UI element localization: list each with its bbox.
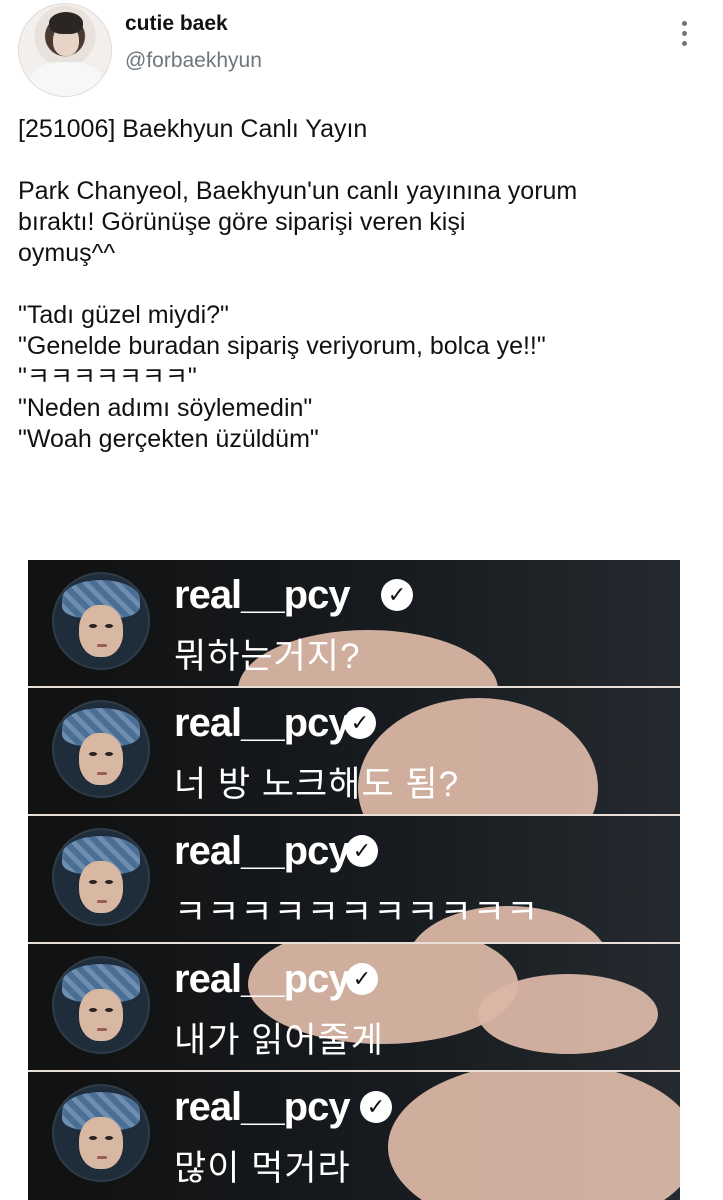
avatar-mouth [97,644,107,647]
tweet-gap [18,145,718,176]
avatar-hair [49,12,83,34]
avatar-mouth [97,1028,107,1031]
user-avatar-icon [52,828,150,926]
tweet-text: [251006] Baekhyun Canlı Yayın Park Chany… [18,114,718,455]
comment-username: real__pcy [174,701,351,745]
comment-strip: real__pcy ✓ 내가 읽어줄게 [28,944,680,1070]
comment-text: ㅋㅋㅋㅋㅋㅋㅋㅋㅋㅋㅋ [174,893,540,932]
comment-username: real__pcy [174,573,351,617]
author-display-name[interactable]: cutie baek [125,12,228,36]
avatar-face [79,733,123,785]
avatar-eye [89,1008,97,1012]
hand-shape [388,1072,680,1200]
user-avatar-icon [52,700,150,798]
comment-text: 내가 읽어줄게 [174,1021,384,1060]
verified-badge-icon: ✓ [344,707,376,739]
avatar-mouth [97,772,107,775]
comment-username: real__pcy [174,1085,351,1129]
comment-username: real__pcy [174,829,351,873]
tweet-line-description: Park Chanyeol, Baekhyun'un canlı yayının… [18,177,578,267]
comment-text: 뭐하는거지? [174,637,361,676]
tweet-header: cutie baek @forbaekhyun [0,0,723,100]
comment-strip: real__pcy ✓ 너 방 노크해도 됨? [28,688,680,814]
verified-badge-icon: ✓ [346,963,378,995]
avatar-eye [105,1136,113,1140]
hand-shape [478,974,658,1054]
avatar-eye [89,1136,97,1140]
avatar-eye [105,880,113,884]
avatar-eye [89,752,97,756]
avatar-mouth [97,1156,107,1159]
avatar-eye [89,624,97,628]
more-vertical-icon[interactable] [677,21,691,47]
verified-badge-icon: ✓ [360,1091,392,1123]
tweet-quote: "ㅋㅋㅋㅋㅋㅋㅋ" [18,363,197,391]
comment-strip: real__pcy ✓ 많이 먹거라 [28,1072,680,1200]
comment-text: 많이 먹거라 [174,1149,351,1188]
comment-strip: real__pcy ✓ 뭐하는거지? [28,560,680,686]
tweet-quote: "Woah gerçekten üzüldüm" [18,425,319,453]
comment-strip: real__pcy ✓ ㅋㅋㅋㅋㅋㅋㅋㅋㅋㅋㅋ [28,816,680,942]
tweet-media[interactable]: real__pcy ✓ 뭐하는거지? real__pcy ✓ 너 방 노크해도 … [28,560,680,1200]
avatar-eye [105,1008,113,1012]
avatar-face [79,1117,123,1169]
avatar-shirt [31,62,101,96]
avatar-face [79,861,123,913]
author-handle[interactable]: @forbaekhyun [125,49,262,73]
avatar-mouth [97,900,107,903]
comment-text: 너 방 노크해도 됨? [174,765,460,804]
user-avatar-icon [52,956,150,1054]
verified-badge-icon: ✓ [346,835,378,867]
verified-badge-icon: ✓ [381,579,413,611]
tweet-line-title: [251006] Baekhyun Canlı Yayın [18,115,368,143]
tweet-gap [18,269,718,300]
user-avatar-icon [52,1084,150,1182]
avatar-eye [105,752,113,756]
avatar-eye [105,624,113,628]
avatar-face [79,989,123,1041]
author-avatar[interactable] [18,3,112,97]
tweet-quote: "Tadı güzel miydi?" [18,301,229,329]
user-avatar-icon [52,572,150,670]
comment-username: real__pcy [174,957,351,1001]
tweet-quote: "Neden adımı söylemedin" [18,394,313,422]
tweet-quote: "Genelde buradan sipariş veriyorum, bolc… [18,332,546,360]
avatar-face [79,605,123,657]
avatar-eye [89,880,97,884]
